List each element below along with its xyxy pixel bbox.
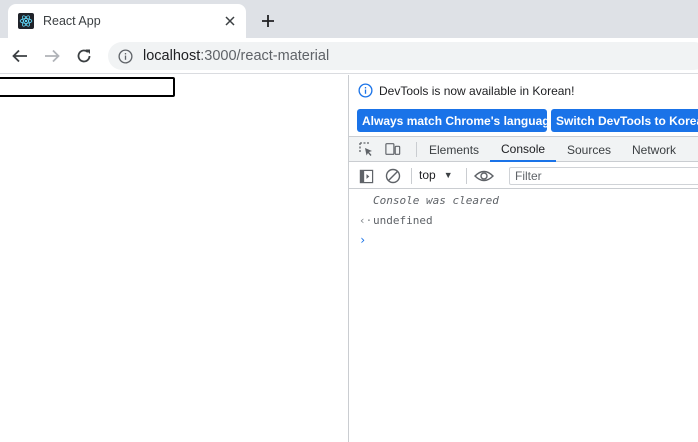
console-toolbar: top ▼: [349, 163, 698, 189]
notice-text: DevTools is now available in Korean!: [379, 83, 575, 98]
back-arrow-icon: [12, 49, 27, 63]
tab-network[interactable]: Network: [632, 137, 676, 162]
inspect-icon[interactable]: [358, 141, 374, 157]
context-value: top: [419, 168, 436, 182]
devtools-panel: DevTools is now available in Korean! Alw…: [348, 75, 698, 442]
console-filter-input[interactable]: [509, 167, 698, 185]
console-result-value: undefined: [373, 213, 433, 227]
prompt-chevron-icon: ›: [359, 233, 367, 247]
console-cleared-message: Console was cleared: [373, 193, 499, 207]
new-tab-button[interactable]: [258, 11, 278, 31]
devtools-tab-bar: Elements Console Sources Network: [349, 137, 698, 162]
forward-arrow-icon: [45, 49, 60, 63]
switch-devtools-language-button[interactable]: Switch DevTools to Korean: [551, 109, 698, 132]
toolbar-divider: [411, 168, 412, 184]
console-prompt-line[interactable]: ›: [349, 230, 698, 250]
url-host: localhost: [143, 48, 201, 64]
url-text: localhost:3000/react-material: [143, 48, 329, 64]
reload-icon: [77, 49, 91, 63]
eye-icon[interactable]: [474, 168, 494, 184]
console-result-line: ‹· undefined: [349, 210, 698, 230]
back-button[interactable]: [10, 46, 30, 66]
notice-message: DevTools is now available in Korean!: [358, 83, 574, 98]
always-match-language-button[interactable]: Always match Chrome's language: [357, 109, 547, 132]
caret-down-icon: ▼: [443, 170, 453, 180]
tab-console[interactable]: Console: [490, 137, 557, 162]
tab-sources[interactable]: Sources: [567, 137, 611, 162]
tab-title: React App: [43, 14, 101, 28]
url-path: :3000/react-material: [200, 48, 330, 64]
forward-button[interactable]: [42, 46, 62, 66]
device-toggle-icon[interactable]: [385, 141, 401, 157]
toolbar-divider: [416, 142, 417, 157]
address-bar[interactable]: localhost:3000/react-material: [108, 42, 698, 70]
clear-console-icon[interactable]: [385, 168, 401, 184]
close-icon[interactable]: [222, 13, 238, 29]
sidebar-icon[interactable]: [358, 168, 374, 184]
tab-elements[interactable]: Elements: [429, 137, 479, 162]
page-viewport: [0, 75, 348, 442]
browser-tab[interactable]: React App: [8, 4, 246, 38]
page-text-input[interactable]: [0, 77, 175, 97]
toolbar-divider: [466, 168, 467, 184]
result-arrow-icon: ‹·: [359, 213, 373, 227]
react-favicon: [18, 13, 34, 29]
language-notice: DevTools is now available in Korean! Alw…: [349, 75, 698, 137]
context-selector[interactable]: top ▼: [419, 168, 453, 182]
browser-toolbar: localhost:3000/react-material: [0, 38, 698, 74]
info-icon: [358, 83, 373, 98]
tab-strip: React App: [0, 0, 698, 38]
plus-icon: [262, 15, 274, 27]
info-icon[interactable]: [117, 48, 133, 64]
reload-button[interactable]: [74, 46, 94, 66]
